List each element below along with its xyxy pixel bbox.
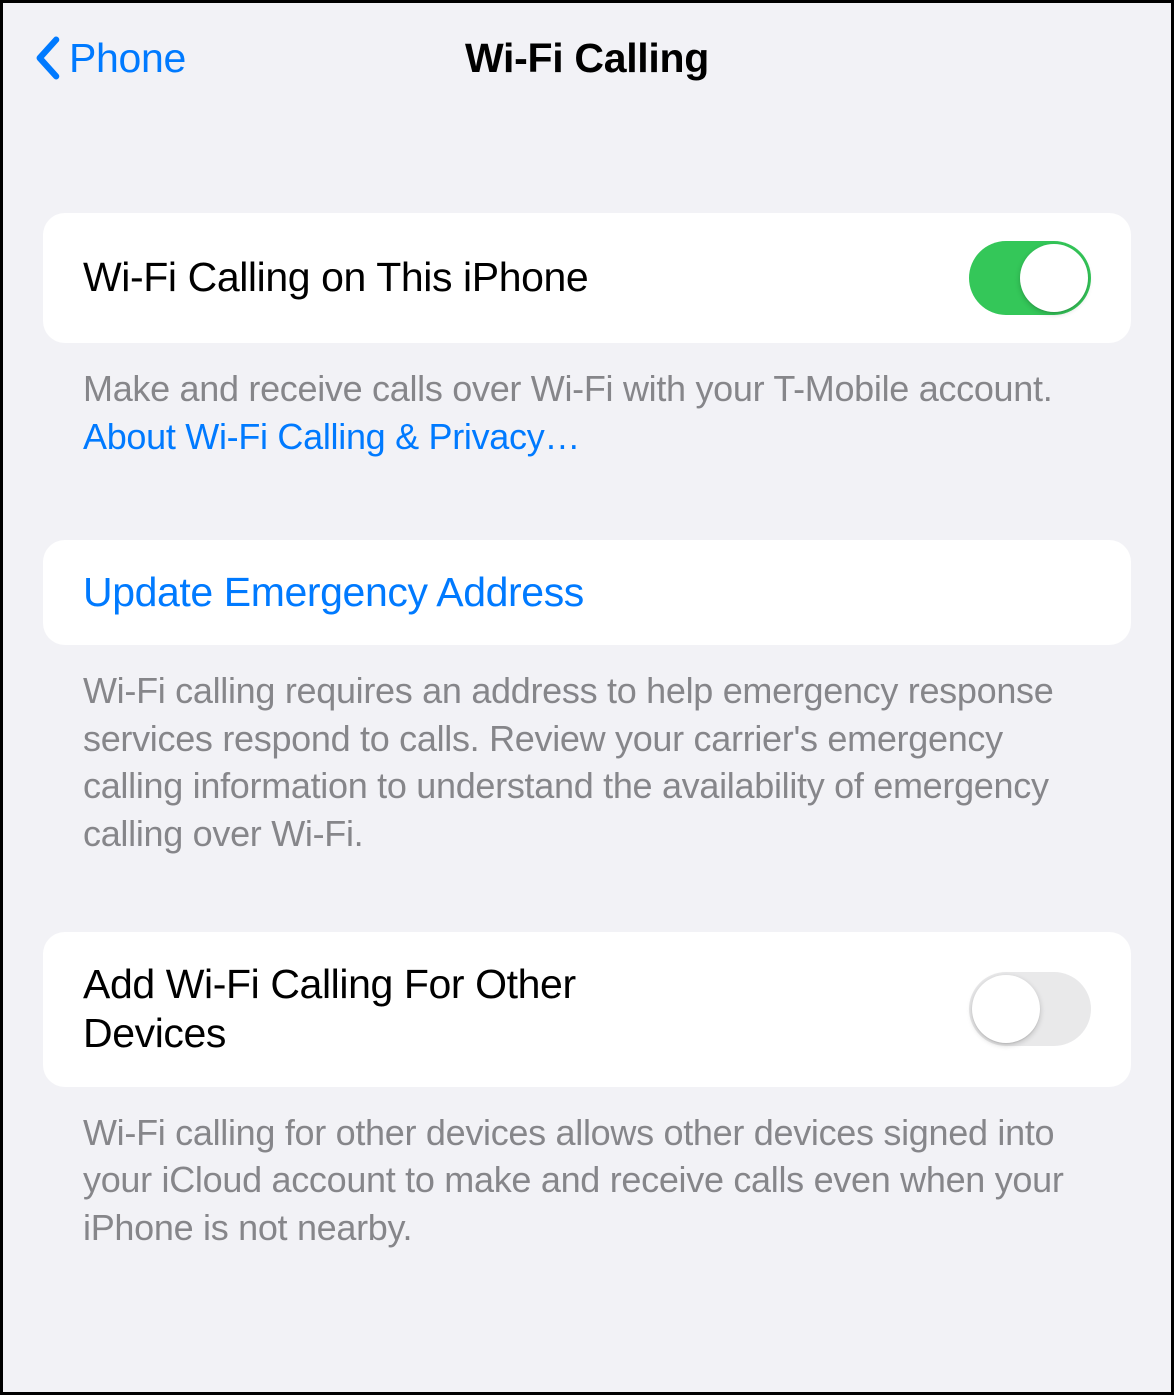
toggle-wifi-calling-this-iphone[interactable] [969,241,1091,315]
footer-text-span: Make and receive calls over Wi-Fi with y… [83,368,1052,409]
toggle-knob [972,975,1040,1043]
link-update-emergency-address[interactable]: Update Emergency Address [43,540,1131,645]
content: Wi-Fi Calling on This iPhone Make and re… [3,113,1171,1251]
chevron-left-icon [33,36,61,80]
back-label: Phone [69,35,186,82]
settings-group-other-devices: Add Wi-Fi Calling For Other Devices [43,932,1131,1086]
footer-other-devices: Wi-Fi calling for other devices allows o… [43,1087,1131,1252]
navbar: Phone Wi-Fi Calling [3,3,1171,113]
link-about-wifi-calling-privacy[interactable]: About Wi-Fi Calling & Privacy… [83,416,580,457]
page-title: Wi-Fi Calling [465,35,709,82]
footer-emergency-address: Wi-Fi calling requires an address to hel… [43,645,1131,857]
row-label: Wi-Fi Calling on This iPhone [83,253,588,302]
row-label: Add Wi-Fi Calling For Other Devices [83,960,723,1058]
toggle-knob [1020,244,1088,312]
back-button[interactable]: Phone [33,35,186,82]
footer-wifi-calling: Make and receive calls over Wi-Fi with y… [43,343,1131,460]
settings-group-emergency-address: Update Emergency Address [43,540,1131,645]
settings-group-wifi-calling: Wi-Fi Calling on This iPhone [43,213,1131,343]
row-wifi-calling-this-iphone: Wi-Fi Calling on This iPhone [43,213,1131,343]
toggle-add-wifi-calling-other-devices[interactable] [969,972,1091,1046]
row-add-wifi-calling-other-devices: Add Wi-Fi Calling For Other Devices [43,932,1131,1086]
